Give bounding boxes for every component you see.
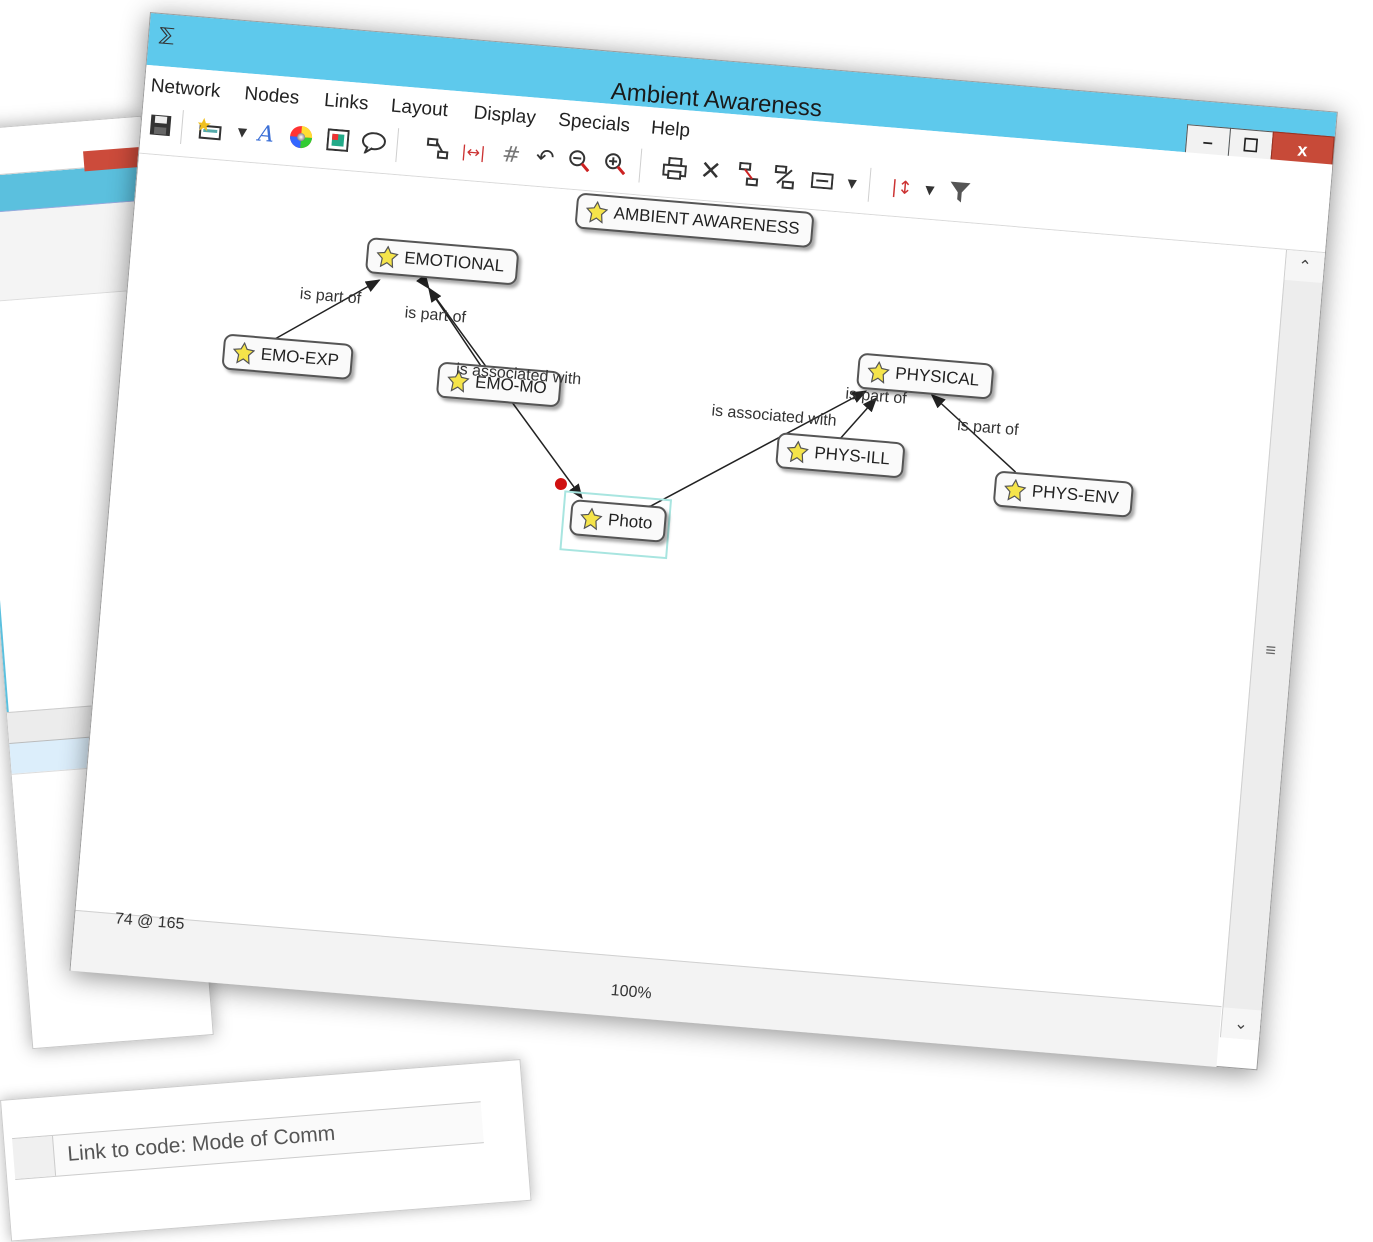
scroll-grip-icon[interactable]: ≡ — [1265, 640, 1277, 662]
toolbar-separator — [180, 110, 184, 145]
code-node-icon — [867, 360, 890, 384]
code-node-icon — [580, 507, 603, 531]
menu-network[interactable]: Network — [150, 75, 221, 103]
network-edges — [273, 273, 1017, 518]
link-nodes-icon[interactable] — [732, 158, 764, 190]
code-node-icon — [786, 440, 809, 464]
code-node-icon — [232, 341, 256, 365]
font-icon[interactable]: A — [250, 118, 282, 150]
filter-icon[interactable] — [944, 176, 976, 208]
menu-display[interactable]: Display — [473, 102, 537, 129]
node-label: PHYSICAL — [894, 363, 980, 390]
undo-icon[interactable]: ↶ — [529, 141, 561, 173]
menu-nodes[interactable]: Nodes — [244, 83, 300, 110]
spread-icon[interactable]: |↔| — [457, 135, 489, 167]
zoom-out-icon[interactable] — [563, 144, 595, 176]
scroll-down-icon[interactable]: ⌄ — [1220, 1007, 1262, 1041]
menu-specials[interactable]: Specials — [557, 110, 631, 138]
background-code-window: Link to code: Mode of Comm — [0, 1059, 532, 1242]
menu-layout[interactable]: Layout — [390, 96, 449, 123]
image-icon[interactable] — [322, 124, 354, 156]
status-zoom: 100% — [610, 982, 653, 1003]
new-node-icon[interactable] — [194, 113, 226, 145]
delete-icon[interactable]: ✕ — [694, 155, 726, 188]
code-node-icon — [1004, 478, 1027, 502]
node-label: EMOTIONAL — [403, 248, 505, 276]
toolbar-separator — [638, 148, 643, 183]
code-link-row[interactable]: Link to code: Mode of Comm — [12, 1101, 484, 1181]
zoom-in-icon[interactable] — [599, 147, 631, 179]
print-icon[interactable] — [659, 152, 691, 184]
node-label: PHYS-ENV — [1031, 481, 1120, 508]
layout-tree-icon[interactable] — [421, 132, 453, 164]
node-label: PHYS-ILL — [813, 443, 891, 469]
save-icon[interactable] — [144, 109, 176, 141]
node-label: Photo — [607, 510, 654, 533]
scroll-up-icon[interactable]: ⌃ — [1284, 249, 1325, 284]
node-label: EMO-EXP — [259, 344, 340, 370]
node-label: AMBIENT AWARENESS — [613, 203, 801, 239]
edge-emo-exp-emotional — [273, 279, 381, 341]
toolbar-separator — [395, 128, 400, 163]
network-window: ⅀ – ☐ x Ambient Awareness Network Nodes … — [69, 12, 1338, 1071]
code-link-text: Link to code: Mode of Comm — [66, 1121, 337, 1166]
menu-links[interactable]: Links — [323, 90, 369, 116]
color-wheel-icon[interactable] — [285, 121, 317, 153]
network-canvas[interactable]: AMBIENT AWARENESS EMOTIONAL EMO-EXP EMO-… — [75, 153, 1286, 1008]
code-node-icon — [376, 245, 399, 269]
split-links-icon[interactable] — [768, 161, 800, 193]
grid-icon[interactable]: # — [495, 139, 527, 171]
code-node-icon — [585, 200, 609, 224]
display-options-icon[interactable] — [806, 165, 838, 197]
dropdown-arrow-icon[interactable]: ▼ — [836, 167, 868, 199]
code-link-row-marker — [12, 1135, 57, 1180]
dropdown-arrow-icon[interactable]: ▼ — [914, 174, 946, 206]
comment-icon[interactable] — [358, 127, 390, 159]
toolbar-separator — [867, 167, 872, 202]
menu-help[interactable]: Help — [650, 117, 691, 142]
network-app-icon[interactable]: ⅀ — [158, 24, 176, 47]
